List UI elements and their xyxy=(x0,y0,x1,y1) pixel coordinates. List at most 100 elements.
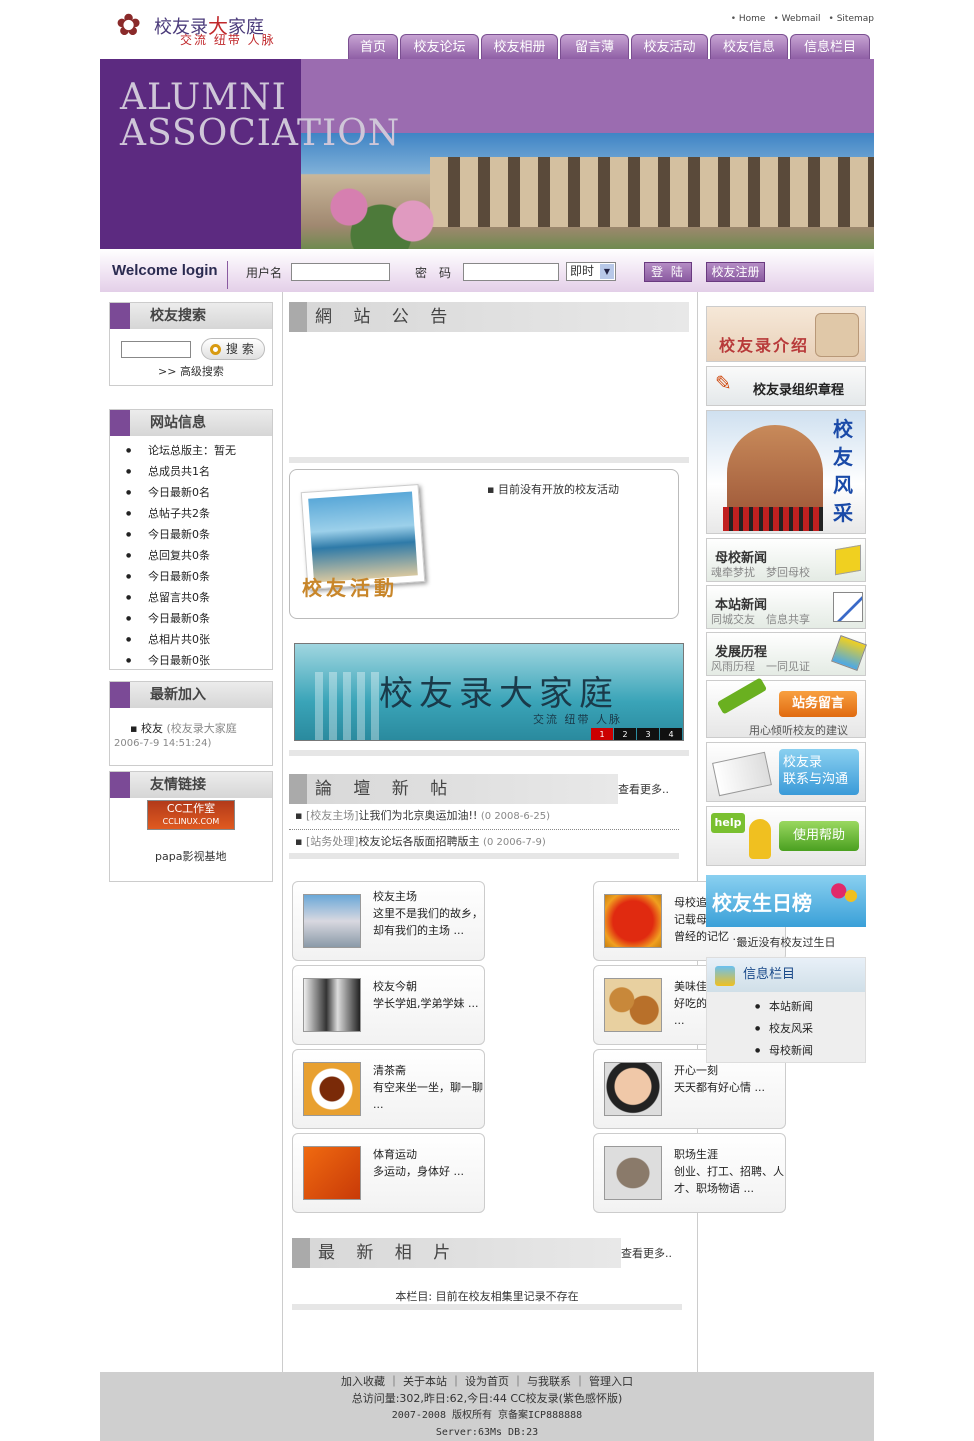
search-box: 校友搜索 搜 索 >> 高级搜索 xyxy=(109,302,273,386)
board-title[interactable]: 职场生涯 xyxy=(674,1146,784,1163)
password-label: 密 码 xyxy=(415,266,452,280)
alumni-style-link[interactable]: 校友风采 xyxy=(706,410,866,534)
nav-forum[interactable]: 校友论坛 xyxy=(400,34,479,59)
forum-post[interactable]: ▪ [站务处理]校友论坛各版面招聘版主 (0 2006-7-9) xyxy=(289,830,679,854)
nav-album[interactable]: 校友相册 xyxy=(481,34,558,59)
contact-button-line2: 联系与沟通 xyxy=(783,772,849,787)
birthday-banner[interactable]: 校友生日榜 ● ● xyxy=(706,875,866,927)
graduates-image xyxy=(723,507,823,531)
info-columns-title: 信息栏目 xyxy=(743,967,796,982)
cube-icon xyxy=(715,966,735,986)
site-info-item: 今日最新0条 xyxy=(110,608,272,629)
photos-more-link[interactable]: 查看更多.. xyxy=(621,1245,672,1261)
board-title[interactable]: 开心一刻 xyxy=(674,1062,784,1079)
help-link[interactable]: help 使用帮助 xyxy=(706,806,866,866)
board-card-tea[interactable]: 清茶斋 有空来坐一坐，聊一聊 ... xyxy=(292,1049,485,1129)
help-button[interactable]: 使用帮助 xyxy=(779,821,859,851)
activity-label: 校友活動 xyxy=(302,576,398,600)
nav-home[interactable]: 首页 xyxy=(348,34,398,59)
home-link[interactable]: Home xyxy=(731,14,766,24)
board-title[interactable]: 清茶斋 xyxy=(373,1062,483,1079)
board-thumb xyxy=(303,978,361,1032)
contact-button[interactable]: 校友录 联系与沟通 xyxy=(779,749,859,795)
friend-links-box: 友情链接 CC工作室 CCLINUX.COM papa影视基地 xyxy=(109,771,273,882)
info-column-item[interactable]: 母校新闻 xyxy=(707,1040,865,1062)
welcome-login-label: Welcome login xyxy=(112,262,218,279)
site-info-list: 论坛总版主：暂无总成员共1名今日最新0名总帖子共2条今日最新0条总回复共0条今日… xyxy=(110,436,272,671)
board-desc: 多运动，身体好 ... xyxy=(373,1165,464,1178)
intro-portrait-icon xyxy=(815,313,859,357)
history-link[interactable]: 发展历程 风雨历程 一同见证 xyxy=(706,632,867,676)
logo-subtitle: 交流 纽带 人脉 xyxy=(180,33,276,47)
site-info-item: 总相片共0张 xyxy=(110,629,272,650)
nav-activity[interactable]: 校友活动 xyxy=(631,34,708,59)
board-title[interactable]: 体育运动 xyxy=(373,1146,483,1163)
contact-link[interactable]: 校友录 联系与沟通 xyxy=(706,742,866,802)
papa-link[interactable]: papa影视基地 xyxy=(155,848,226,864)
login-mode-select[interactable]: 即时 xyxy=(566,262,616,281)
info-column-item[interactable]: 本站新闻 xyxy=(707,996,865,1018)
board-title[interactable]: 校友今朝 xyxy=(373,978,483,995)
cc-studio-logo[interactable]: CC工作室 CCLINUX.COM xyxy=(147,800,235,830)
site-message-button[interactable]: 站务留言 xyxy=(779,691,857,717)
password-input[interactable] xyxy=(463,263,559,281)
photos-title: 最 新 相 片 xyxy=(318,1243,459,1263)
notice-title-bar: 網 站 公 告 xyxy=(289,302,689,332)
forum-post-list: ▪ [校友主场]让我们为北京奥运加油!! (0 2008-6-25) ▪ [站务… xyxy=(289,806,679,854)
photos-empty-text: 本栏目: 目前在校友相集里记录不存在 xyxy=(395,1290,579,1303)
banner-text-line1: ALUMNI xyxy=(120,77,287,118)
username-input[interactable] xyxy=(291,263,390,281)
alumni-search-input[interactable] xyxy=(121,341,191,358)
promo-page-1[interactable]: 1 xyxy=(591,728,613,740)
alumni-intro-link[interactable]: 校友录介绍 xyxy=(706,306,866,362)
forum-more-link[interactable]: 查看更多.. xyxy=(618,781,669,797)
board-card-sports[interactable]: 体育运动多运动，身体好 ... xyxy=(292,1133,485,1213)
site-info-item: 今日最新0张 xyxy=(110,650,272,671)
nav-columns[interactable]: 信息栏目 xyxy=(790,34,870,59)
search-button[interactable]: 搜 索 xyxy=(201,338,265,360)
forum-post-title[interactable]: 校友论坛各版面招聘版主 xyxy=(359,835,480,848)
board-desc: 这里不是我们的故乡，却有我们的主场 ... xyxy=(373,907,483,937)
chart-icon xyxy=(833,592,863,622)
site-news-link[interactable]: 本站新闻 同城交友 信息共享 xyxy=(706,585,866,629)
site-message-link[interactable]: 站务留言 用心倾听校友的建议 xyxy=(706,677,866,738)
board-thumb xyxy=(303,1062,361,1116)
sitemap-link[interactable]: Sitemap xyxy=(829,14,874,24)
school-news-link[interactable]: 母校新闻 魂牵梦扰 梦回母校 xyxy=(706,538,866,582)
forum-post[interactable]: ▪ [校友主场]让我们为北京奥运加油!! (0 2008-6-25) xyxy=(289,806,679,830)
nav-guestbook[interactable]: 留言薄 xyxy=(560,34,629,59)
nav-info[interactable]: 校友信息 xyxy=(710,34,788,59)
newest-member-entry[interactable]: ▪ 校友 (校友录大家庭 xyxy=(130,720,237,736)
promo-page-3[interactable]: 3 xyxy=(637,728,659,740)
login-divider xyxy=(227,261,228,289)
board-text: 校友主场这里不是我们的故乡，却有我们的主场 ... xyxy=(373,888,483,939)
main-nav: 首页 校友论坛 校友相册 留言薄 校友活动 校友信息 信息栏目 xyxy=(348,34,870,59)
promo-skyline xyxy=(315,672,385,740)
style-char: 友 xyxy=(833,445,853,469)
promo-banner[interactable]: 校友录大家庭 交流 纽带 人脉 1 2 3 4 xyxy=(294,643,684,741)
birthday-title: 校友生日榜 xyxy=(712,891,812,915)
promo-page-2[interactable]: 2 xyxy=(614,728,636,740)
campus-building-image xyxy=(727,425,823,515)
board-card-today[interactable]: 校友今朝 学长学姐,学弟学妹 ... xyxy=(292,965,485,1045)
charter-link[interactable]: ✎ 校友录组织章程 xyxy=(706,366,866,406)
promo-page-4[interactable]: 4 xyxy=(660,728,682,740)
school-news-sub: 魂牵梦扰 梦回母校 xyxy=(711,566,810,579)
login-button[interactable]: 登 陆 xyxy=(644,262,692,282)
register-button[interactable]: 校友注册 xyxy=(706,262,765,282)
info-column-item[interactable]: 校友风采 xyxy=(707,1018,865,1040)
board-thumb xyxy=(303,894,361,948)
top-links: Home Webmail Sitemap xyxy=(731,14,874,24)
page: ✿ 校友录大家庭 交流 纽带 人脉 Home Webmail Sitemap 首… xyxy=(100,0,874,1441)
forum-post-title[interactable]: 让我们为北京奥运加油!! xyxy=(359,809,478,822)
advanced-search-link[interactable]: >> 高级搜索 xyxy=(158,363,224,379)
left-column-divider xyxy=(282,292,283,1372)
board-card-home[interactable]: 校友主场这里不是我们的故乡，却有我们的主场 ... xyxy=(292,881,485,961)
board-card-career[interactable]: 职场生涯 创业、打工、招聘、人才、职场物语 ... xyxy=(593,1133,786,1213)
footer-links[interactable]: 加入收藏 ｜ 关于本站 ｜ 设为首页 ｜ 与我联系 ｜ 管理入口 xyxy=(100,1373,874,1390)
board-title[interactable]: 校友主场 xyxy=(373,888,483,905)
footer-copyright: 2007-2008 版权所有 京备案ICP888888 xyxy=(391,1410,583,1421)
newest-member-name[interactable]: 校友 xyxy=(141,722,163,735)
photos-title-bar: 最 新 相 片 xyxy=(292,1238,621,1268)
webmail-link[interactable]: Webmail xyxy=(773,14,821,24)
